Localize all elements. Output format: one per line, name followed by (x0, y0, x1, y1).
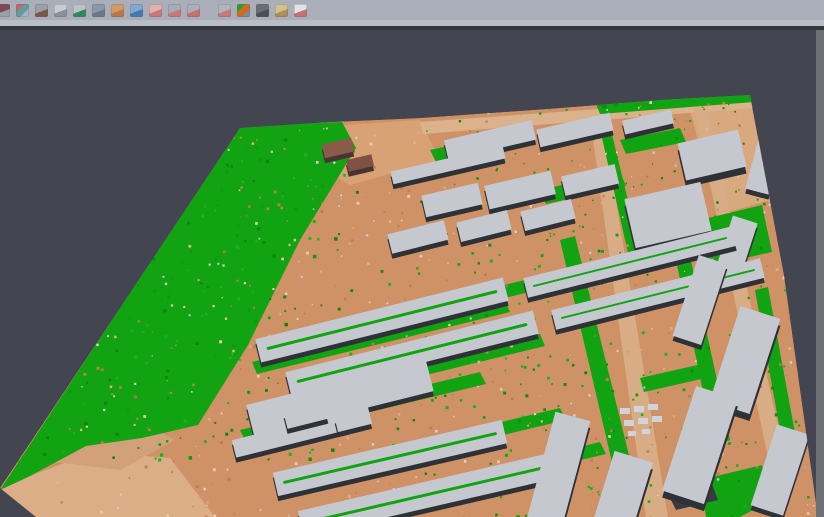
dem-icon[interactable] (73, 4, 86, 17)
globe-icon[interactable] (130, 4, 143, 17)
grid-select-icon[interactable] (218, 4, 231, 17)
toolbar (0, 0, 824, 20)
region-select-icon[interactable] (187, 4, 200, 17)
mesh-tool-icon[interactable] (275, 4, 288, 17)
scene-3d-render[interactable] (0, 30, 824, 517)
classification-view-icon[interactable] (237, 4, 250, 17)
ring-tool-icon[interactable] (168, 4, 181, 17)
terrain-icon[interactable] (35, 4, 48, 17)
window-right-edge (816, 30, 824, 517)
navigation-icon[interactable] (16, 4, 29, 17)
attribute-table-icon[interactable] (149, 4, 162, 17)
sphere-view-icon[interactable] (256, 4, 269, 17)
viewport-3d[interactable] (0, 30, 824, 517)
report-icon[interactable] (294, 4, 307, 17)
orthophoto-icon[interactable] (111, 4, 124, 17)
project-icon[interactable] (0, 4, 10, 17)
markers-icon[interactable] (54, 4, 67, 17)
point-cloud-icon[interactable] (92, 4, 105, 17)
